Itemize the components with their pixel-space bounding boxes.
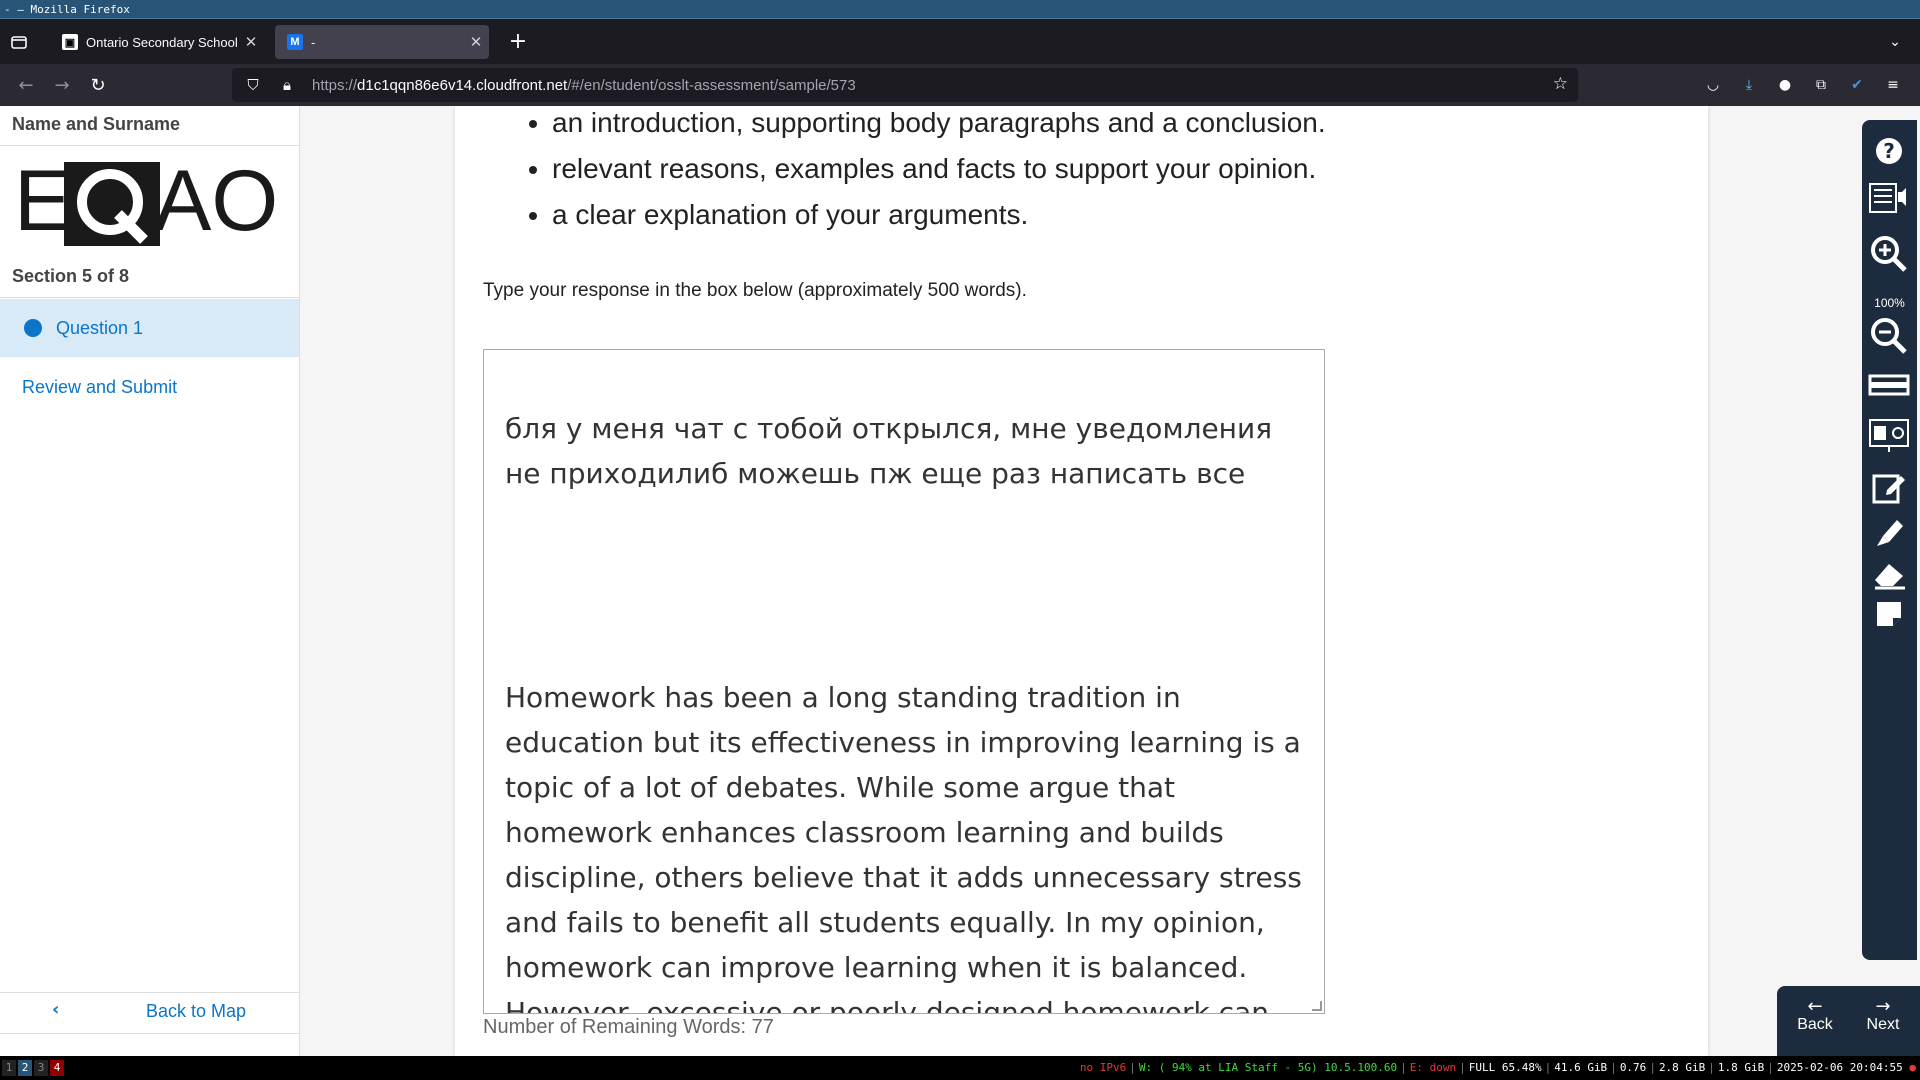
extension-check-icon[interactable]: ✔ — [1846, 74, 1868, 96]
sticky-note-icon[interactable] — [1868, 598, 1910, 636]
url-text[interactable]: https://d1c1qqn86e6v14.cloudfront.net/#/… — [312, 77, 856, 94]
download-icon[interactable]: ⤓ — [1738, 74, 1760, 96]
lock-icon[interactable]: 🔒︎ — [274, 77, 300, 94]
eraser-icon[interactable] — [1868, 556, 1910, 594]
requirements-list: an introduction, supporting body paragra… — [530, 106, 1326, 238]
divider — [0, 297, 300, 298]
next-label: Next — [1866, 1016, 1900, 1033]
assessment-toolbar: ? 100% — [1862, 120, 1917, 960]
tab-strip: ▣ Ontario Secondary School Literacy Test… — [0, 19, 1920, 64]
datetime: 2025-02-06 20:04:55 — [1776, 1061, 1903, 1074]
arrow-right-icon: → — [1875, 996, 1891, 1017]
resize-handle-icon[interactable] — [1312, 1001, 1322, 1011]
account-icon[interactable]: ● — [1774, 74, 1796, 96]
question-label: Question 1 — [56, 317, 144, 338]
load-average: 0.76 — [1619, 1061, 1647, 1074]
svg-text:AO: AO — [154, 158, 278, 248]
new-tab-icon[interactable]: + — [505, 29, 531, 55]
ethernet-status: E: down — [1409, 1061, 1457, 1074]
page: Name and Surname E AO Section 5 of 8 Que… — [0, 106, 1920, 1056]
eqao-logo: E AO — [14, 153, 284, 249]
line-reader-icon[interactable] — [1868, 370, 1910, 408]
response-paragraph: Homework has been a long standing tradit… — [505, 681, 1302, 1014]
svg-text:?: ? — [1883, 139, 1895, 163]
tab-label: Ontario Secondary School Literacy Test — [86, 34, 238, 50]
divider — [0, 145, 300, 146]
memory-used: 2.8 GiB — [1658, 1061, 1706, 1074]
chevron-left-icon: ‹ — [52, 999, 60, 1020]
svg-text:E: E — [14, 158, 71, 248]
list-item: relevant reasons, examples and facts to … — [552, 146, 1326, 192]
bookmark-star-icon[interactable]: ☆ — [1553, 74, 1568, 94]
tab-groups-icon[interactable] — [8, 31, 30, 53]
url-bar[interactable]: ⛉ 🔒︎ https://d1c1qqn86e6v14.cloudfront.n… — [232, 68, 1578, 102]
window-title-bar: - — Mozilla Firefox — [0, 0, 1920, 19]
url-host: d1c1qqn86e6v14.cloudfront.net — [357, 76, 568, 94]
review-and-submit-link[interactable]: Review and Submit — [22, 377, 177, 398]
question-content: an introduction, supporting body paragra… — [455, 106, 1708, 1056]
swap-used: 1.8 GiB — [1717, 1061, 1765, 1074]
list-item: a clear explanation of your arguments. — [552, 192, 1326, 238]
question-navigation: ← Back → Next — [1777, 986, 1920, 1056]
back-button[interactable]: ← Back — [1787, 998, 1843, 1034]
workspace-button[interactable]: 1 — [2, 1060, 16, 1076]
sidebar: Name and Surname E AO Section 5 of 8 Que… — [0, 106, 300, 1056]
tray-icon[interactable]: ● — [1909, 1061, 1916, 1074]
instruction-text: Type your response in the box below (app… — [483, 280, 1027, 301]
zoom-out-icon[interactable] — [1868, 316, 1910, 354]
response-textarea[interactable]: бля у меня чат с тобой открылся, мне уве… — [483, 349, 1325, 1014]
calculator-toggle-icon[interactable] — [1868, 418, 1910, 456]
back-to-map-label: Back to Map — [146, 1001, 247, 1021]
ipv6-status: no IPv6 — [1079, 1061, 1127, 1074]
list-all-tabs-icon[interactable]: ⌄ — [1884, 31, 1906, 53]
reload-icon[interactable]: ↻ — [84, 72, 112, 100]
divider — [0, 1033, 300, 1034]
navigation-bar: ← → ↻ ⛉ 🔒︎ https://d1c1qqn86e6v14.cloudf… — [0, 64, 1920, 106]
workspace-button[interactable]: 4 — [50, 1060, 64, 1076]
tab-active[interactable]: M - ✕ — [275, 25, 489, 59]
back-arrow-icon[interactable]: ← — [12, 72, 40, 100]
zoom-level: 100% — [1874, 296, 1905, 310]
menu-icon[interactable]: ≡ — [1882, 74, 1904, 96]
highlighter-icon[interactable] — [1868, 514, 1910, 552]
next-button[interactable]: → Next — [1855, 998, 1911, 1034]
memory-free: 41.6 GiB — [1554, 1061, 1608, 1074]
eqao-favicon-icon: ▣ — [62, 34, 78, 50]
student-name: Name and Surname — [12, 114, 181, 134]
url-prefix: https:// — [312, 76, 358, 94]
url-path: /#/en/student/osslt-assessment/sample/57… — [567, 76, 856, 94]
back-to-map-button[interactable]: ‹ Back to Map — [0, 993, 299, 1033]
close-tab-icon[interactable]: ✕ — [463, 33, 489, 51]
text-to-speech-icon[interactable] — [1868, 180, 1910, 218]
shield-icon[interactable]: ⛉ — [240, 77, 266, 94]
help-icon[interactable]: ? — [1868, 136, 1910, 174]
pocket-icon[interactable]: ◡ — [1702, 74, 1724, 96]
m-favicon-icon: M — [287, 34, 303, 50]
notepad-edit-icon[interactable] — [1868, 470, 1910, 508]
wifi-status: W: ( 94% at LIA Staff - 5G) 10.5.100.60 — [1138, 1061, 1398, 1074]
remaining-words-count: Number of Remaining Words: 77 — [483, 1016, 774, 1038]
arrow-left-icon: ← — [1807, 996, 1823, 1017]
workspace-button[interactable]: 3 — [34, 1060, 48, 1076]
section-label: Section 5 of 8 — [12, 266, 130, 286]
workspace-button[interactable]: 2 — [18, 1060, 32, 1076]
response-paragraph: бля у меня чат с тобой открылся, мне уве… — [505, 412, 1273, 490]
tab-osslt[interactable]: ▣ Ontario Secondary School Literacy Test… — [50, 25, 264, 59]
disk-status: FULL 65.48% — [1468, 1061, 1542, 1074]
zoom-in-icon[interactable] — [1868, 234, 1910, 272]
system-status-bar: 1 2 3 4 no IPv6 | W: ( 94% at LIA Staff - … — [0, 1056, 1920, 1080]
forward-arrow-icon[interactable]: → — [48, 72, 76, 100]
back-label: Back — [1797, 1016, 1833, 1033]
extensions-icon[interactable]: ⧉ — [1810, 74, 1832, 96]
tab-label: - — [311, 34, 316, 50]
list-item: an introduction, supporting body paragra… — [552, 106, 1326, 146]
current-question-dot-icon — [24, 319, 42, 337]
status-info: no IPv6 | W: ( 94% at LIA Staff - 5G) 10.5… — [1079, 1061, 1916, 1074]
close-tab-icon[interactable]: ✕ — [238, 33, 264, 51]
window-title: - — Mozilla Firefox — [4, 3, 130, 16]
sidebar-item-question-1[interactable]: Question 1 — [0, 299, 299, 357]
